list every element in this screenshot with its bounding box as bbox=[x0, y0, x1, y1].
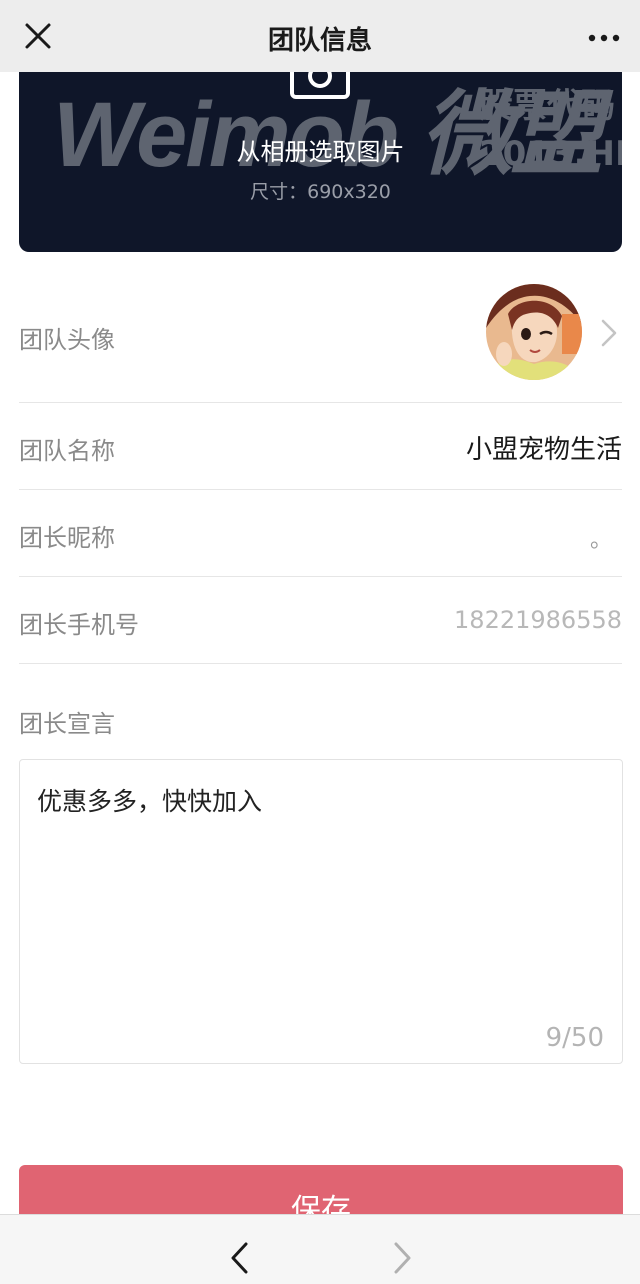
leader-phone-row[interactable]: 团长手机号 18221986558 bbox=[19, 577, 622, 664]
leader-manifesto-label: 团长宣言 bbox=[19, 710, 115, 738]
team-avatar-label: 团队头像 bbox=[19, 326, 115, 354]
image-size-hint: 尺寸：690x320 bbox=[250, 181, 391, 203]
avatar-image bbox=[486, 284, 582, 380]
top-nav-bar: 团队信息 bbox=[0, 0, 640, 72]
team-avatar[interactable] bbox=[486, 284, 582, 380]
bottom-nav-bar bbox=[0, 1214, 640, 1284]
leader-phone-field[interactable]: 18221986558 bbox=[454, 606, 622, 634]
pick-from-album-label: 从相册选取图片 bbox=[236, 138, 405, 166]
team-avatar-row[interactable]: 团队头像 bbox=[19, 262, 622, 403]
more-icon[interactable] bbox=[586, 22, 622, 50]
stock-code-line1: 股票代码 bbox=[479, 86, 615, 126]
char-counter: 9/50 bbox=[545, 1023, 604, 1053]
leader-nickname-row[interactable]: 团长昵称 。 bbox=[19, 490, 622, 577]
manifesto-textarea[interactable]: 优惠多多，快快加入 9/50 bbox=[19, 759, 623, 1064]
forward-arrow-icon[interactable] bbox=[390, 1241, 414, 1275]
page-title: 团队信息 bbox=[267, 26, 372, 56]
back-arrow-icon[interactable] bbox=[228, 1241, 252, 1275]
team-name-field[interactable]: 小盟宠物生活 bbox=[466, 429, 622, 466]
leader-manifesto-row: 团长宣言 bbox=[19, 664, 622, 759]
team-name-row[interactable]: 团队名称 小盟宠物生活 bbox=[19, 403, 622, 490]
cover-image-picker[interactable]: Weimob 微盟 股票代码 2013.HK 从相册选取图片 尺寸：690x32… bbox=[19, 60, 622, 252]
team-name-label: 团队名称 bbox=[19, 437, 115, 465]
manifesto-text: 优惠多多，快快加入 bbox=[37, 787, 263, 816]
chevron-right-icon bbox=[601, 319, 617, 347]
leader-nickname-field[interactable]: 。 bbox=[590, 522, 612, 554]
leader-phone-label: 团长手机号 bbox=[19, 611, 139, 639]
leader-nickname-label: 团长昵称 bbox=[19, 524, 115, 552]
